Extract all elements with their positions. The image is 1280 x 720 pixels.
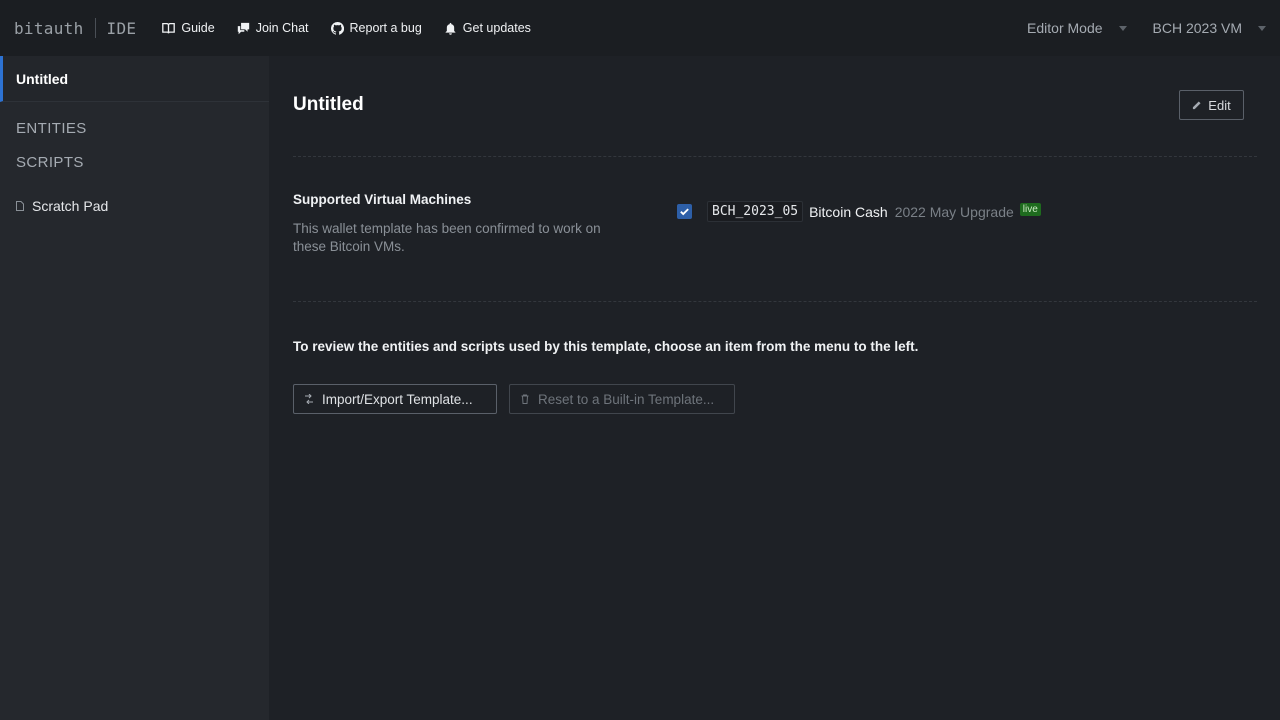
vm-select[interactable]: BCH 2023 VM xyxy=(1153,20,1266,36)
sidebar-item-scratch-pad[interactable]: Scratch Pad xyxy=(0,198,269,214)
main-panel: Untitled Edit Supported Virtual Machines… xyxy=(269,56,1280,720)
book-icon xyxy=(162,22,176,34)
import-export-label: Import/Export Template... xyxy=(322,391,473,407)
chevron-down-icon xyxy=(1118,25,1127,31)
vm-section-description: This wallet template has been confirmed … xyxy=(293,221,601,254)
top-nav: Guide Join Chat Report a bug Get updates xyxy=(162,21,553,35)
nav-report-bug-link[interactable]: Report a bug xyxy=(330,21,422,35)
vm-name: Bitcoin Cash xyxy=(809,203,888,220)
chat-icon xyxy=(237,22,249,34)
edit-button[interactable]: Edit xyxy=(1179,90,1244,120)
nav-get-updates-link[interactable]: Get updates xyxy=(444,21,531,35)
import-export-icon xyxy=(305,394,313,404)
file-icon xyxy=(16,201,24,211)
chevron-down-icon xyxy=(1258,25,1266,31)
nav-guide-label: Guide xyxy=(181,21,215,35)
vm-select-value: BCH 2023 VM xyxy=(1152,20,1242,36)
reset-template-label: Reset to a Built-in Template... xyxy=(538,391,715,407)
brand-logo[interactable]: bitauth IDE xyxy=(14,18,136,38)
page-title: Untitled xyxy=(293,94,364,115)
top-selects: Editor Mode BCH 2023 VM xyxy=(1001,20,1266,36)
sidebar-item-label: Scratch Pad xyxy=(32,198,109,214)
reset-template-button[interactable]: Reset to a Built-in Template... xyxy=(509,384,735,414)
edit-button-label: Edit xyxy=(1208,97,1231,113)
vm-upgrade: 2022 May Upgrade xyxy=(894,203,1014,220)
nav-report-bug-label: Report a bug xyxy=(349,21,422,35)
vm-option-row: BCH_2023_05 Bitcoin Cash 2022 May Upgrad… xyxy=(677,201,1041,222)
editor-mode-value: Editor Mode xyxy=(1027,20,1103,36)
brand-name: bitauth xyxy=(14,18,84,38)
checkmark-icon xyxy=(680,208,689,216)
brand-divider xyxy=(94,18,96,38)
vm-section-heading: Supported Virtual Machines xyxy=(293,192,472,207)
editor-mode-select[interactable]: Editor Mode xyxy=(1027,20,1127,36)
trash-icon xyxy=(521,394,529,404)
bell-icon xyxy=(445,22,456,35)
pencil-icon xyxy=(1193,100,1201,109)
sidebar-scripts-header[interactable]: SCRIPTS xyxy=(0,154,269,171)
brand-suffix: IDE xyxy=(106,18,137,38)
live-badge: live xyxy=(1019,203,1041,216)
sidebar-template-title[interactable]: Untitled xyxy=(0,56,269,102)
sidebar-entities-header[interactable]: ENTITIES xyxy=(0,120,269,137)
nav-get-updates-label: Get updates xyxy=(462,21,531,35)
top-navbar: bitauth IDE Guide Join Chat Report a bug… xyxy=(0,0,1280,56)
nav-guide-link[interactable]: Guide xyxy=(162,21,215,35)
nav-join-chat-link[interactable]: Join Chat xyxy=(237,21,309,35)
sidebar: Untitled ENTITIES SCRIPTS Scratch Pad xyxy=(0,56,269,720)
import-export-button[interactable]: Import/Export Template... xyxy=(293,384,497,414)
section-divider xyxy=(293,156,1257,157)
vm-checkbox[interactable] xyxy=(677,204,692,219)
vm-code: BCH_2023_05 xyxy=(707,201,804,222)
section-divider xyxy=(293,301,1257,302)
github-icon xyxy=(330,21,344,35)
nav-join-chat-label: Join Chat xyxy=(255,21,309,35)
review-instructions: To review the entities and scripts used … xyxy=(293,339,919,354)
